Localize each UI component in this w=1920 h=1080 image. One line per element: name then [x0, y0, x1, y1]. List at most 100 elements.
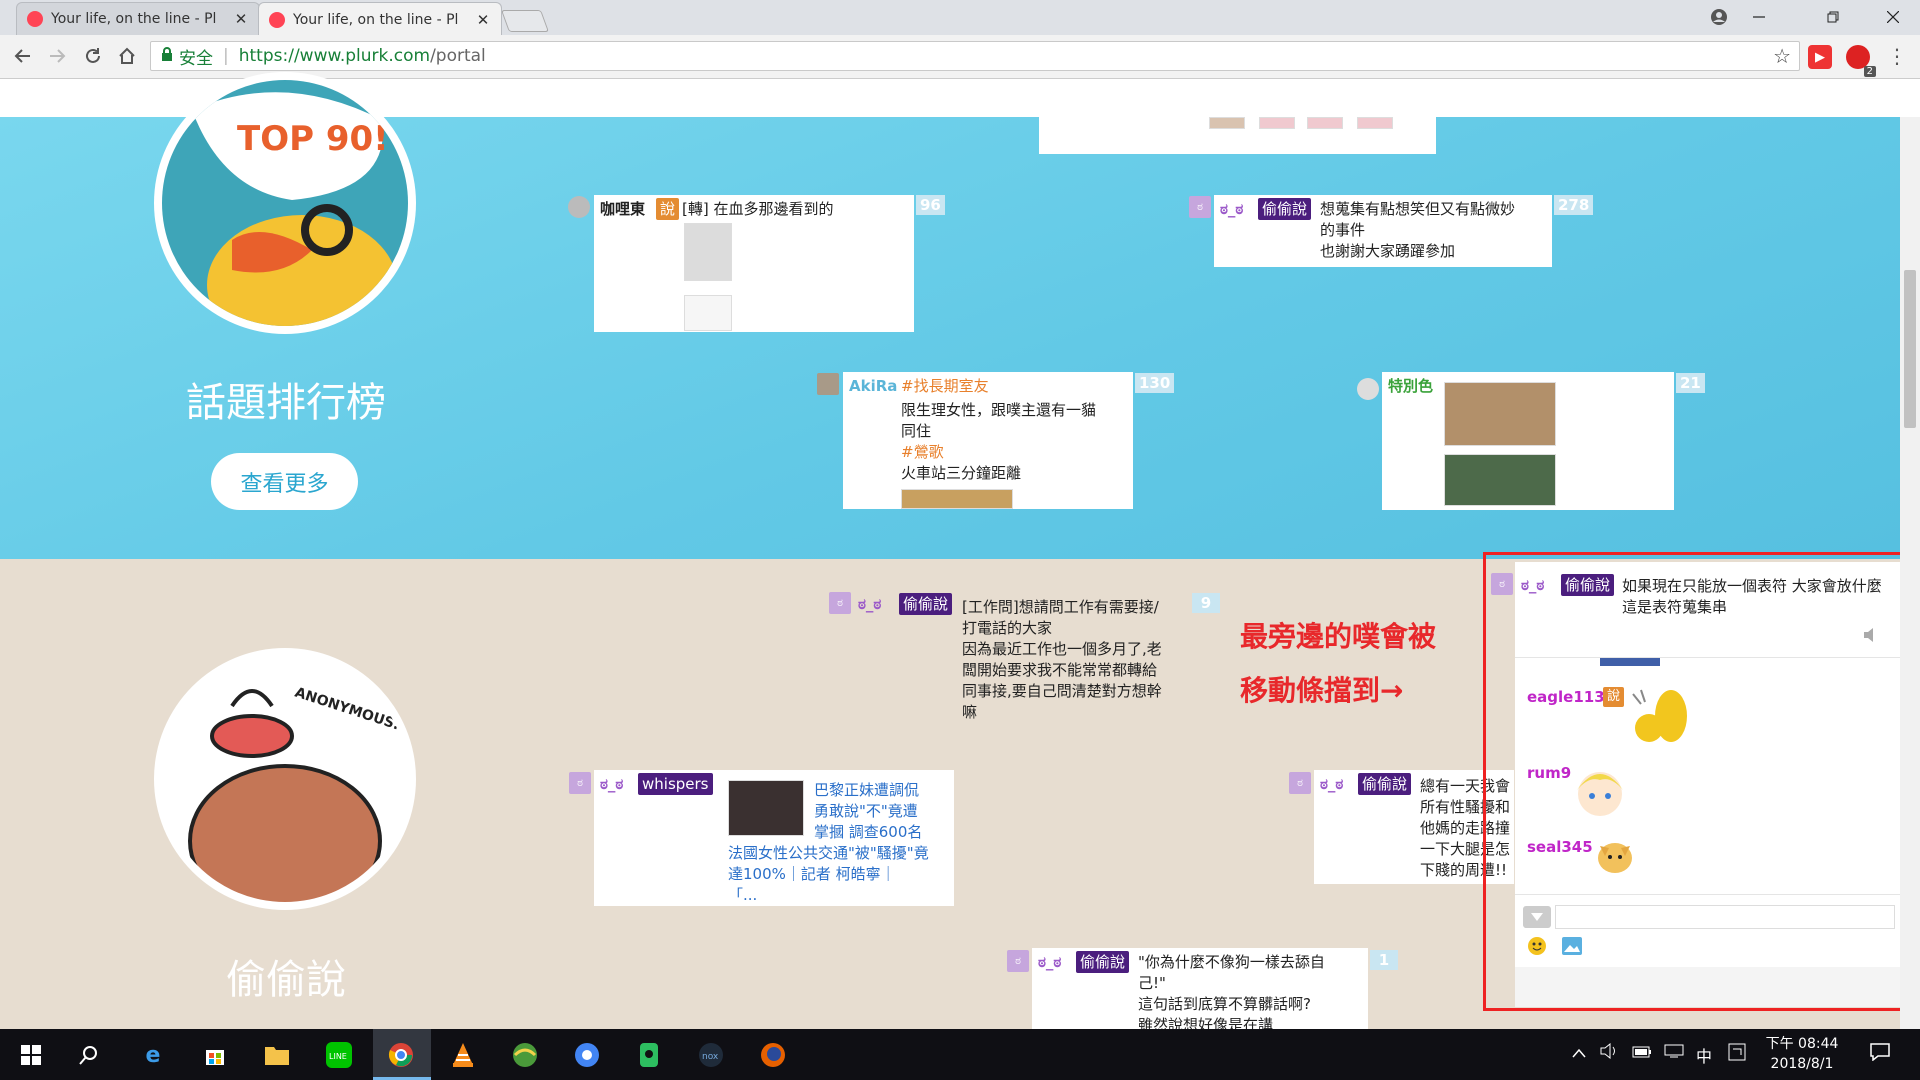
user-avatar[interactable] [1357, 378, 1379, 400]
battery-icon[interactable] [1632, 1043, 1652, 1062]
annotation-line: 最旁邊的噗會被 [1240, 620, 1437, 653]
close-window-icon[interactable] [1870, 2, 1916, 32]
network-icon[interactable] [1664, 1043, 1684, 1062]
anonymous-illustration: ANONYMOUS. [162, 656, 408, 902]
plurk-card[interactable]: 咖哩東 說 [轉] 在血多那邊看到的 [594, 195, 914, 332]
hot-topics-title: 話題排行榜 [186, 380, 386, 426]
new-tab-button[interactable] [500, 10, 550, 32]
volume-icon[interactable] [1600, 1042, 1618, 1063]
plurk-hashtag[interactable]: #找長期室友 [901, 376, 989, 397]
plurk-username[interactable]: 特別色 [1388, 376, 1433, 397]
plurk-username[interactable]: AkiRa [849, 376, 897, 397]
plurk-text-line: 打電話的大家 [962, 619, 1053, 637]
file-explorer-icon[interactable] [260, 1038, 294, 1072]
minimize-icon[interactable] [1736, 2, 1782, 32]
anonymous-mask-icon[interactable]: ಠ [1189, 196, 1211, 218]
thumbnail[interactable] [684, 295, 732, 331]
tray-chevron-up-icon[interactable] [1572, 1043, 1586, 1062]
map-app-icon[interactable] [508, 1038, 542, 1072]
url-text: https://www.plurk.com/portal [239, 46, 486, 66]
user-avatar[interactable] [817, 373, 839, 395]
thumbnail[interactable] [901, 489, 1013, 509]
home-icon[interactable] [112, 41, 142, 71]
tab-close-icon[interactable]: ✕ [233, 10, 249, 28]
browser-tab-1[interactable]: Your life, on the line - Pl ✕ [16, 2, 260, 35]
plurk-text-line: 也謝謝大家踴躍參加 [1320, 242, 1456, 260]
extension-badge-icon[interactable]: 2 [1846, 45, 1876, 77]
user-avatar[interactable] [568, 196, 590, 218]
plurk-favicon-icon [269, 11, 285, 28]
annotation-line: 移動條擋到→ [1240, 674, 1404, 707]
plurk-hashtag[interactable]: #鶯歌 [901, 442, 944, 463]
menu-dots-icon[interactable]: ⋮ [1882, 41, 1912, 71]
link-text-line[interactable]: 「... [728, 885, 757, 906]
plurk-card[interactable]: ಠ_ಠ 偷偷說 想蒐集有點想笑但又有點微妙 的事件 也謝謝大家踴躍參加 [1214, 195, 1552, 267]
plurk-card[interactable]: AkiRa #找長期室友 限生理女性，跟噗主還有一貓 同住 #鶯歌 火車站三分鐘… [843, 372, 1133, 509]
vlc-icon[interactable] [446, 1038, 480, 1072]
back-arrow-icon[interactable] [8, 41, 38, 71]
nox-player-icon[interactable]: nox [694, 1038, 728, 1072]
video-thumbnail[interactable] [728, 780, 804, 836]
plurk-username[interactable]: 咖哩東 [600, 199, 645, 220]
svg-text:nox: nox [702, 1052, 719, 1062]
link-text-line[interactable]: 巴黎正妹遭調侃 [814, 780, 919, 801]
plurk-username[interactable]: ಠ_ಠ [1220, 199, 1243, 220]
store-icon[interactable] [198, 1038, 232, 1072]
annotation-highlight-box [1483, 552, 1912, 1011]
plurk-text-line: 因為最近工作也一個多月了,老 [962, 640, 1162, 658]
restore-icon[interactable] [1810, 2, 1856, 32]
reload-icon[interactable] [78, 41, 108, 71]
response-count: 21 [1676, 373, 1705, 393]
firefox-icon[interactable] [756, 1038, 790, 1072]
forward-arrow-icon[interactable] [42, 41, 72, 71]
response-count: 130 [1135, 373, 1175, 393]
evernote-icon[interactable] [632, 1038, 666, 1072]
link-text-line[interactable]: 勇敢說"不"竟遭 [814, 801, 918, 822]
plurk-text-line: "你為什麼不像狗一樣去舔自 [1138, 953, 1325, 971]
plurk-username[interactable]: ಠ_ಠ [600, 774, 623, 795]
link-text-line[interactable]: 法國女性公共交通"被"騷擾"竟 [728, 843, 929, 864]
anonymous-mask-icon[interactable]: ಠ [569, 772, 591, 794]
clock-date: 2018/8/1 [1770, 1056, 1834, 1072]
dog-photo-thumbnail[interactable] [1444, 454, 1556, 506]
plurk-text-line: 雖然說想好像是在講 [1138, 1016, 1274, 1029]
bookmark-star-icon[interactable]: ☆ [1773, 44, 1791, 68]
notification-center-icon[interactable] [1870, 1043, 1890, 1065]
line-app-icon[interactable]: LINE [322, 1038, 356, 1072]
search-icon[interactable] [72, 1038, 106, 1072]
page-scrollbar[interactable] [1900, 117, 1920, 1029]
tab-close-icon[interactable]: ✕ [475, 11, 491, 29]
plurk-card-partial[interactable] [1039, 117, 1436, 154]
dog-photo-thumbnail[interactable] [1444, 382, 1556, 446]
link-text-line[interactable]: 掌摑 調查600名 [814, 822, 922, 843]
taskbar-clock[interactable]: 下午 08:44 2018/8/1 [1762, 1034, 1842, 1074]
tab-title: Your life, on the line - Pl [51, 11, 217, 27]
anonymous-badge: ANONYMOUS. [154, 648, 416, 910]
ime-indicator[interactable]: 中 [1696, 1043, 1712, 1067]
chrome-icon[interactable] [384, 1038, 418, 1072]
extension-red-icon[interactable]: ▶ [1808, 45, 1832, 69]
windows-start-icon[interactable] [14, 1038, 48, 1072]
view-more-button[interactable]: 查看更多 [211, 453, 358, 510]
link-text-line[interactable]: 達100%｜記者 柯皓寧｜ [728, 864, 896, 885]
chrome-alt-icon[interactable] [570, 1038, 604, 1072]
plurk-card[interactable]: ಠ_ಠ whispers 巴黎正妹遭調侃 勇敢說"不"竟遭 掌摑 調查600名 … [594, 770, 954, 906]
plurk-card[interactable]: 特別色 [1382, 372, 1674, 510]
plurk-text-line: [工作問]想請問工作有需要接/ [962, 598, 1159, 616]
anonymous-mask-icon[interactable]: ಠ [1007, 950, 1029, 972]
browser-tab-2[interactable]: Your life, on the line - Pl ✕ [258, 2, 502, 36]
anonymous-mask-icon[interactable]: ಠ [829, 592, 851, 614]
keyboard-icon[interactable] [1728, 1043, 1746, 1065]
plurk-card[interactable]: ಠ_ಠ 偷偷說 "你為什麼不像狗一樣去舔自 己!" 這句話到底算不算髒話啊? 雖… [1032, 948, 1368, 1029]
thumbnail[interactable] [684, 223, 732, 281]
plurk-username[interactable]: ಠ_ಠ [1038, 952, 1061, 973]
plurk-username[interactable]: ಠ_ಠ [1320, 774, 1343, 795]
plurk-qualifier: 偷偷說 [1076, 951, 1130, 973]
anonymous-mask-icon[interactable]: ಠ [1289, 772, 1311, 794]
scrollbar-thumb[interactable] [1904, 270, 1916, 428]
plurk-favicon-icon [27, 11, 43, 27]
plurk-qualifier: whispers [638, 773, 713, 795]
address-bar[interactable]: 安全 | https://www.plurk.com/portal ☆ [150, 41, 1800, 71]
edge-browser-icon[interactable]: e [136, 1038, 170, 1072]
thumbnail [1357, 117, 1393, 129]
